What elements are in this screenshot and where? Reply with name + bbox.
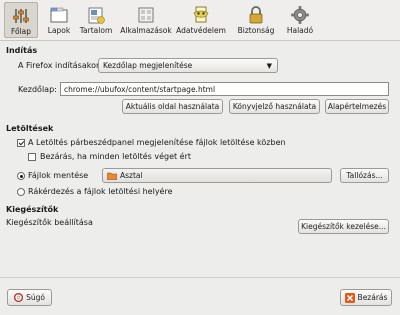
folder-icon [107,172,117,180]
save-files-radio[interactable] [17,172,25,180]
show-downloads-checkbox[interactable] [17,139,25,147]
tab-main[interactable]: Főlap [4,2,38,38]
tab-privacy-label: Adatvédelem [176,26,226,35]
chevron-down-icon: ▼ [266,62,272,70]
close-when-done-label: Bezárás, ha minden letöltés véget ért [40,152,192,161]
restore-default-button[interactable]: Alapértelmezés [325,99,389,114]
show-downloads-label: A Letöltés párbeszédpanel megjelenítése … [28,138,286,147]
tab-privacy[interactable]: Adatvédelem [176,2,226,38]
tab-tabs-label: Lapok [47,26,71,35]
close-button-label: Bezárás [357,293,388,302]
tab-content[interactable]: Tartalom [78,2,114,38]
help-button-label: Súgó [26,293,45,302]
padlock-icon [249,6,263,24]
use-current-page-button[interactable]: Aktuális oldal használata [122,99,223,114]
preferences-toolbar: Főlap Lapok Tartalom Alkalmazások Adatvé… [0,0,400,41]
tab-advanced[interactable]: Haladó [282,2,318,38]
startup-when-value: Kezdőlap megjelenítése [103,61,193,70]
close-button[interactable]: Bezárás [340,289,392,306]
manage-addons-button[interactable]: Kiegészítők kezelése... [298,219,389,234]
startup-when-dropdown[interactable]: Kezdőlap megjelenítése ▼ [98,58,278,73]
content-icon [88,7,105,24]
tab-applications[interactable]: Alkalmazások [118,2,174,38]
tab-security[interactable]: Biztonság [234,2,278,38]
startup-section-title: Indítás [6,46,38,55]
tab-security-label: Biztonság [237,26,275,35]
use-bookmark-button[interactable]: Könyvjelző használata [229,99,320,114]
downloads-section-title: Letöltések [6,124,54,133]
tab-main-label: Főlap [10,27,32,36]
help-lifebuoy-icon [14,293,24,302]
download-folder-field[interactable]: Asztal [102,168,332,183]
always-ask-radio[interactable] [17,188,25,196]
tab-advanced-label: Haladó [286,26,314,35]
addons-section-title: Kiegészítők [6,205,59,214]
applications-icon [138,7,154,23]
browse-button[interactable]: Tallózás... [340,168,389,183]
tab-applications-label: Alkalmazások [120,26,172,35]
close-when-done-checkbox[interactable] [28,153,36,161]
footer-separator [0,277,400,278]
privacy-mask-icon [193,6,209,23]
gear-icon [291,6,309,24]
homepage-input[interactable]: chrome://ubufox/content/startpage.html [60,82,389,96]
homepage-label: Kezdőlap: [18,85,57,94]
homepage-input-value: chrome://ubufox/content/startpage.html [64,84,216,94]
save-files-label: Fájlok mentése [28,171,89,180]
sliders-icon [13,9,29,23]
startup-when-label: A Firefox indításakor: [18,61,102,70]
always-ask-label: Rákérdezés a fájlok letöltési helyére [28,187,173,196]
help-button[interactable]: Súgó [7,289,52,306]
download-folder-value: Asztal [120,171,143,180]
addons-description: Kiegészítők beállítása [6,218,93,227]
tabs-icon [50,7,68,23]
tab-tabs[interactable]: Lapok [42,2,76,38]
close-icon [344,292,355,303]
tab-content-label: Tartalom [79,26,113,35]
